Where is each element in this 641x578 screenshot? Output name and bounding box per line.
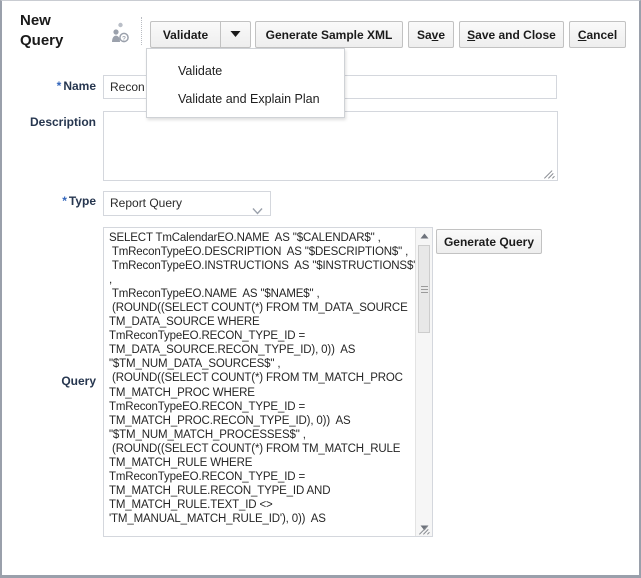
page-title: New Query xyxy=(20,11,100,51)
chevron-down-icon xyxy=(252,201,261,210)
generate-sample-xml-button[interactable]: Generate Sample XML xyxy=(255,21,403,48)
required-marker: * xyxy=(62,194,67,208)
scrollbar-grip-icon xyxy=(421,286,428,293)
save-button[interactable]: Save xyxy=(408,21,454,48)
type-select[interactable]: Report Query xyxy=(103,191,271,216)
svg-text:?: ? xyxy=(122,35,126,42)
query-textarea[interactable]: SELECT TmCalendarEO.NAME AS "$CALENDAR$"… xyxy=(103,227,433,537)
chevron-down-icon xyxy=(230,30,241,40)
generate-query-button[interactable]: Generate Query xyxy=(436,229,542,254)
resize-grip-icon[interactable] xyxy=(544,167,556,179)
generate-sample-xml-label: Generate Sample XML xyxy=(266,28,393,42)
query-scrollbar[interactable] xyxy=(415,228,432,536)
query-scrollbar-thumb[interactable] xyxy=(418,245,430,333)
name-field-label: *Name xyxy=(2,79,96,93)
validate-dropdown-toggle[interactable] xyxy=(220,21,251,48)
save-and-close-button[interactable]: Save and Close xyxy=(459,21,564,48)
validate-button[interactable]: Validate xyxy=(150,21,220,48)
type-field-label: *Type xyxy=(2,194,96,208)
new-query-dialog: New Query ? Validate Generate Sample XML… xyxy=(0,0,641,578)
person-help-icon: ? xyxy=(109,21,131,43)
generate-query-label: Generate Query xyxy=(444,235,534,249)
cancel-button[interactable]: Cancel xyxy=(569,21,626,48)
type-select-value: Report Query xyxy=(110,196,182,210)
toolbar-separator xyxy=(141,17,143,45)
description-textarea[interactable] xyxy=(103,111,558,181)
required-marker: * xyxy=(57,79,62,93)
validate-dropdown-menu: Validate Validate and Explain Plan xyxy=(146,48,345,118)
save-button-label: Save xyxy=(417,28,445,42)
query-field-label: Query xyxy=(2,374,96,388)
validate-button-label: Validate xyxy=(163,28,208,42)
menu-item-validate[interactable]: Validate xyxy=(147,57,344,85)
description-field-label: Description xyxy=(2,115,96,129)
save-and-close-label: Save and Close xyxy=(467,28,556,42)
menu-item-validate-and-explain-plan[interactable]: Validate and Explain Plan xyxy=(147,85,344,113)
query-text-content[interactable]: SELECT TmCalendarEO.NAME AS "$CALENDAR$"… xyxy=(104,228,416,536)
cancel-button-label: Cancel xyxy=(578,28,617,42)
triangle-down-icon[interactable] xyxy=(416,520,432,536)
triangle-up-icon[interactable] xyxy=(416,228,432,244)
